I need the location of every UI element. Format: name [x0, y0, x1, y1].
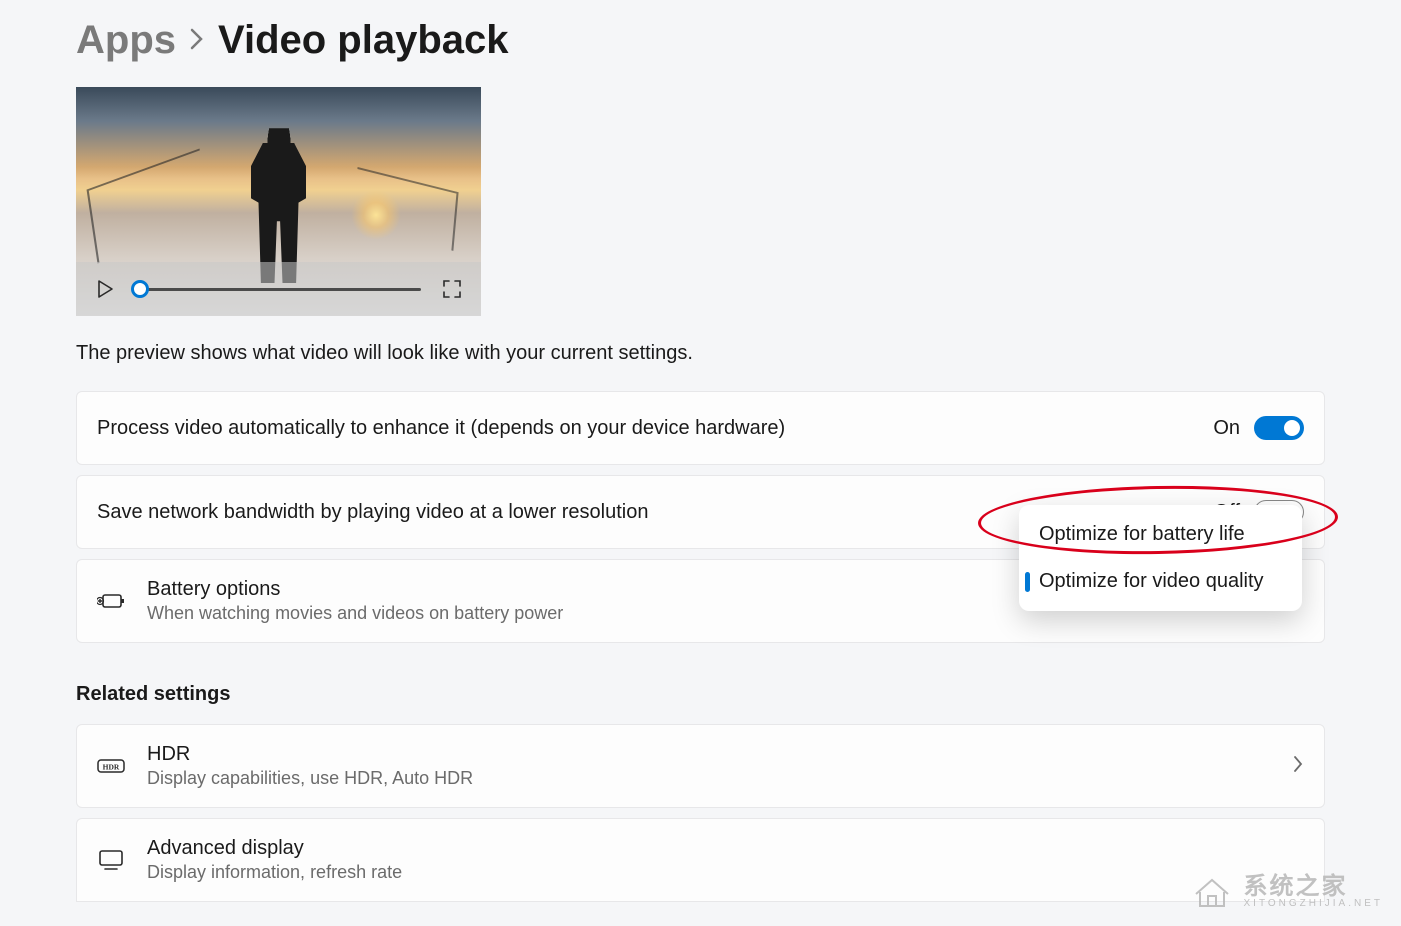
video-preview[interactable]	[76, 87, 481, 316]
chevron-right-icon	[1292, 755, 1304, 778]
video-controls	[76, 262, 481, 316]
watermark-sub: XITONGZHIJIA.NET	[1244, 899, 1384, 909]
slider-thumb[interactable]	[131, 280, 149, 298]
breadcrumb: Apps Video playback	[76, 18, 1325, 63]
setting-subtitle: Display information, refresh rate	[147, 862, 1304, 883]
toggle-enhance[interactable]	[1254, 416, 1304, 440]
setting-title: Advanced display	[147, 837, 1304, 860]
watermark-main: 系统之家	[1244, 875, 1384, 899]
related-row-advanced-display[interactable]: Advanced display Display information, re…	[76, 818, 1325, 902]
setting-label: Process video automatically to enhance i…	[97, 417, 1191, 440]
battery-icon	[97, 591, 125, 611]
monitor-icon	[97, 849, 125, 871]
page-title: Video playback	[218, 18, 509, 63]
toggle-state-label: On	[1213, 417, 1240, 440]
watermark: 系统之家 XITONGZHIJIA.NET	[1190, 872, 1384, 912]
setting-row-enhance: Process video automatically to enhance i…	[76, 391, 1325, 465]
preview-caption: The preview shows what video will look l…	[76, 342, 1325, 365]
dropdown-option-battery[interactable]: Optimize for battery life	[1019, 511, 1302, 558]
related-row-hdr[interactable]: HDR HDR Display capabilities, use HDR, A…	[76, 724, 1325, 808]
video-progress-slider[interactable]	[136, 288, 421, 291]
setting-subtitle: Display capabilities, use HDR, Auto HDR	[147, 768, 1270, 789]
dropdown-option-quality[interactable]: Optimize for video quality	[1019, 558, 1302, 605]
fullscreen-icon[interactable]	[441, 278, 463, 300]
setting-row-battery[interactable]: Battery options When watching movies and…	[76, 559, 1325, 643]
play-icon[interactable]	[94, 278, 116, 300]
hdr-icon: HDR	[97, 757, 125, 775]
setting-title: HDR	[147, 743, 1270, 766]
svg-text:HDR: HDR	[103, 763, 120, 772]
chevron-right-icon	[190, 25, 204, 57]
related-settings-heading: Related settings	[76, 683, 1325, 706]
battery-dropdown: Optimize for battery life Optimize for v…	[1019, 505, 1302, 611]
breadcrumb-parent-link[interactable]: Apps	[76, 18, 176, 63]
